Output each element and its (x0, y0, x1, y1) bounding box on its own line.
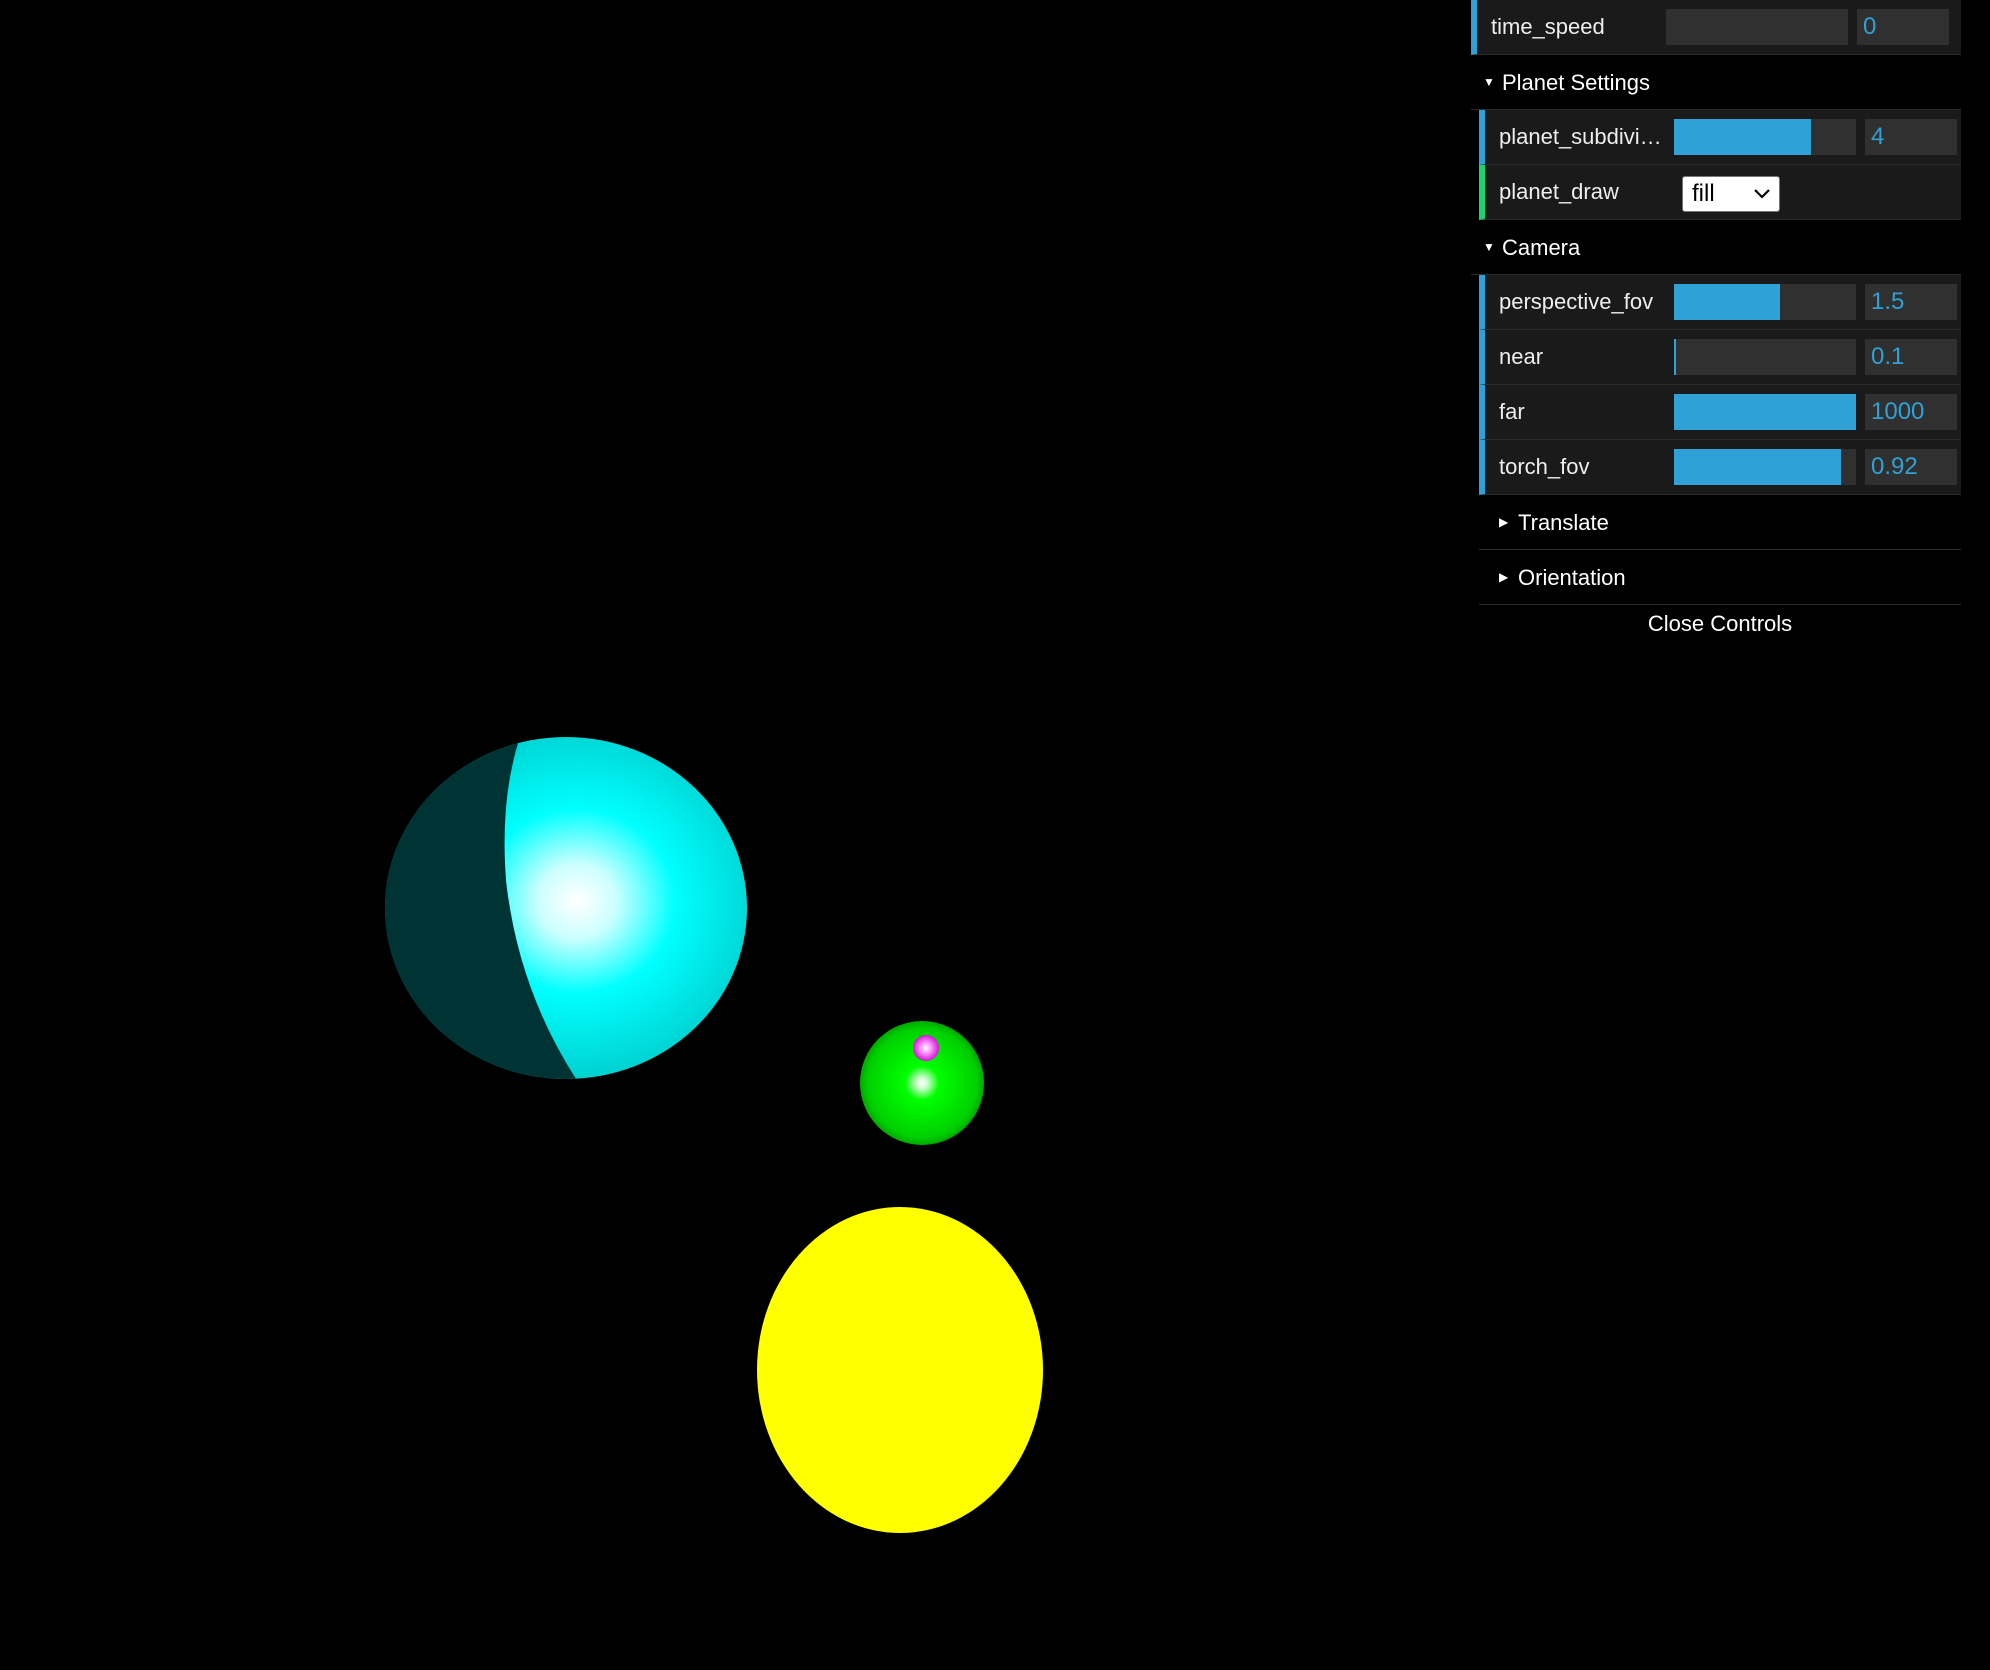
near-label: near (1499, 344, 1544, 369)
planet-subdivisions-label: planet_subdivisions (1499, 124, 1669, 149)
close-controls-button[interactable]: Close Controls (1479, 605, 1961, 645)
near-slider[interactable] (1674, 339, 1856, 375)
chevron-down-icon (1753, 177, 1771, 221)
planet-draw-selected-value: fill (1692, 180, 1715, 207)
torch-fov-label: torch_fov (1499, 454, 1590, 479)
planet-draw-label: planet_draw (1499, 179, 1619, 204)
planet-subdivisions-slider[interactable] (1674, 119, 1856, 155)
folder-camera[interactable]: ▼ Camera (1471, 220, 1961, 275)
folder-orientation-title: Orientation (1518, 565, 1626, 590)
caret-right-icon: ▶ (1499, 570, 1509, 584)
yellow-sun (757, 1207, 1043, 1533)
planet-subdivisions-input[interactable] (1865, 119, 1957, 155)
near-input[interactable] (1865, 339, 1957, 375)
far-row: far (1479, 385, 1961, 440)
folder-camera-title: Camera (1502, 235, 1581, 260)
perspective-fov-input[interactable] (1865, 284, 1957, 320)
planet-draw-select[interactable]: fill (1682, 176, 1780, 212)
folder-planet-settings[interactable]: ▼ Planet Settings (1471, 55, 1961, 110)
time-speed-row: time_speed (1471, 0, 1961, 55)
planet-subdivisions-row: planet_subdivisions (1479, 110, 1961, 165)
perspective-fov-slider-fill (1674, 284, 1780, 320)
torch-fov-input[interactable] (1865, 449, 1957, 485)
time-speed-slider[interactable] (1666, 9, 1848, 45)
torch-fov-row: torch_fov (1479, 440, 1961, 495)
folder-translate-title: Translate (1518, 510, 1609, 535)
perspective-fov-slider[interactable] (1674, 284, 1856, 320)
near-row: near (1479, 330, 1961, 385)
planet-subdivisions-slider-fill (1674, 119, 1811, 155)
folder-planet-settings-title: Planet Settings (1502, 70, 1650, 95)
torch-fov-slider-fill (1674, 449, 1842, 485)
time-speed-label: time_speed (1491, 14, 1605, 39)
perspective-fov-row: perspective_fov (1479, 275, 1961, 330)
time-speed-input[interactable] (1857, 9, 1949, 45)
far-label: far (1499, 399, 1525, 424)
far-slider-fill (1674, 394, 1856, 430)
caret-down-icon: ▼ (1483, 75, 1495, 89)
cyan-planet (385, 737, 747, 1079)
caret-down-icon: ▼ (1483, 240, 1495, 254)
planet-draw-row: planet_draw fill (1479, 165, 1961, 220)
caret-right-icon: ▶ (1499, 515, 1509, 529)
folder-translate[interactable]: ▶ Translate (1479, 495, 1961, 550)
torch-fov-slider[interactable] (1674, 449, 1856, 485)
far-input[interactable] (1865, 394, 1957, 430)
controls-panel: time_speed ▼ Planet Settings planet_subd… (1471, 0, 1961, 645)
folder-orientation[interactable]: ▶ Orientation (1479, 550, 1961, 605)
far-slider[interactable] (1674, 394, 1856, 430)
perspective-fov-label: perspective_fov (1499, 289, 1654, 314)
near-slider-fill (1674, 339, 1676, 375)
magenta-moon (913, 1035, 939, 1061)
